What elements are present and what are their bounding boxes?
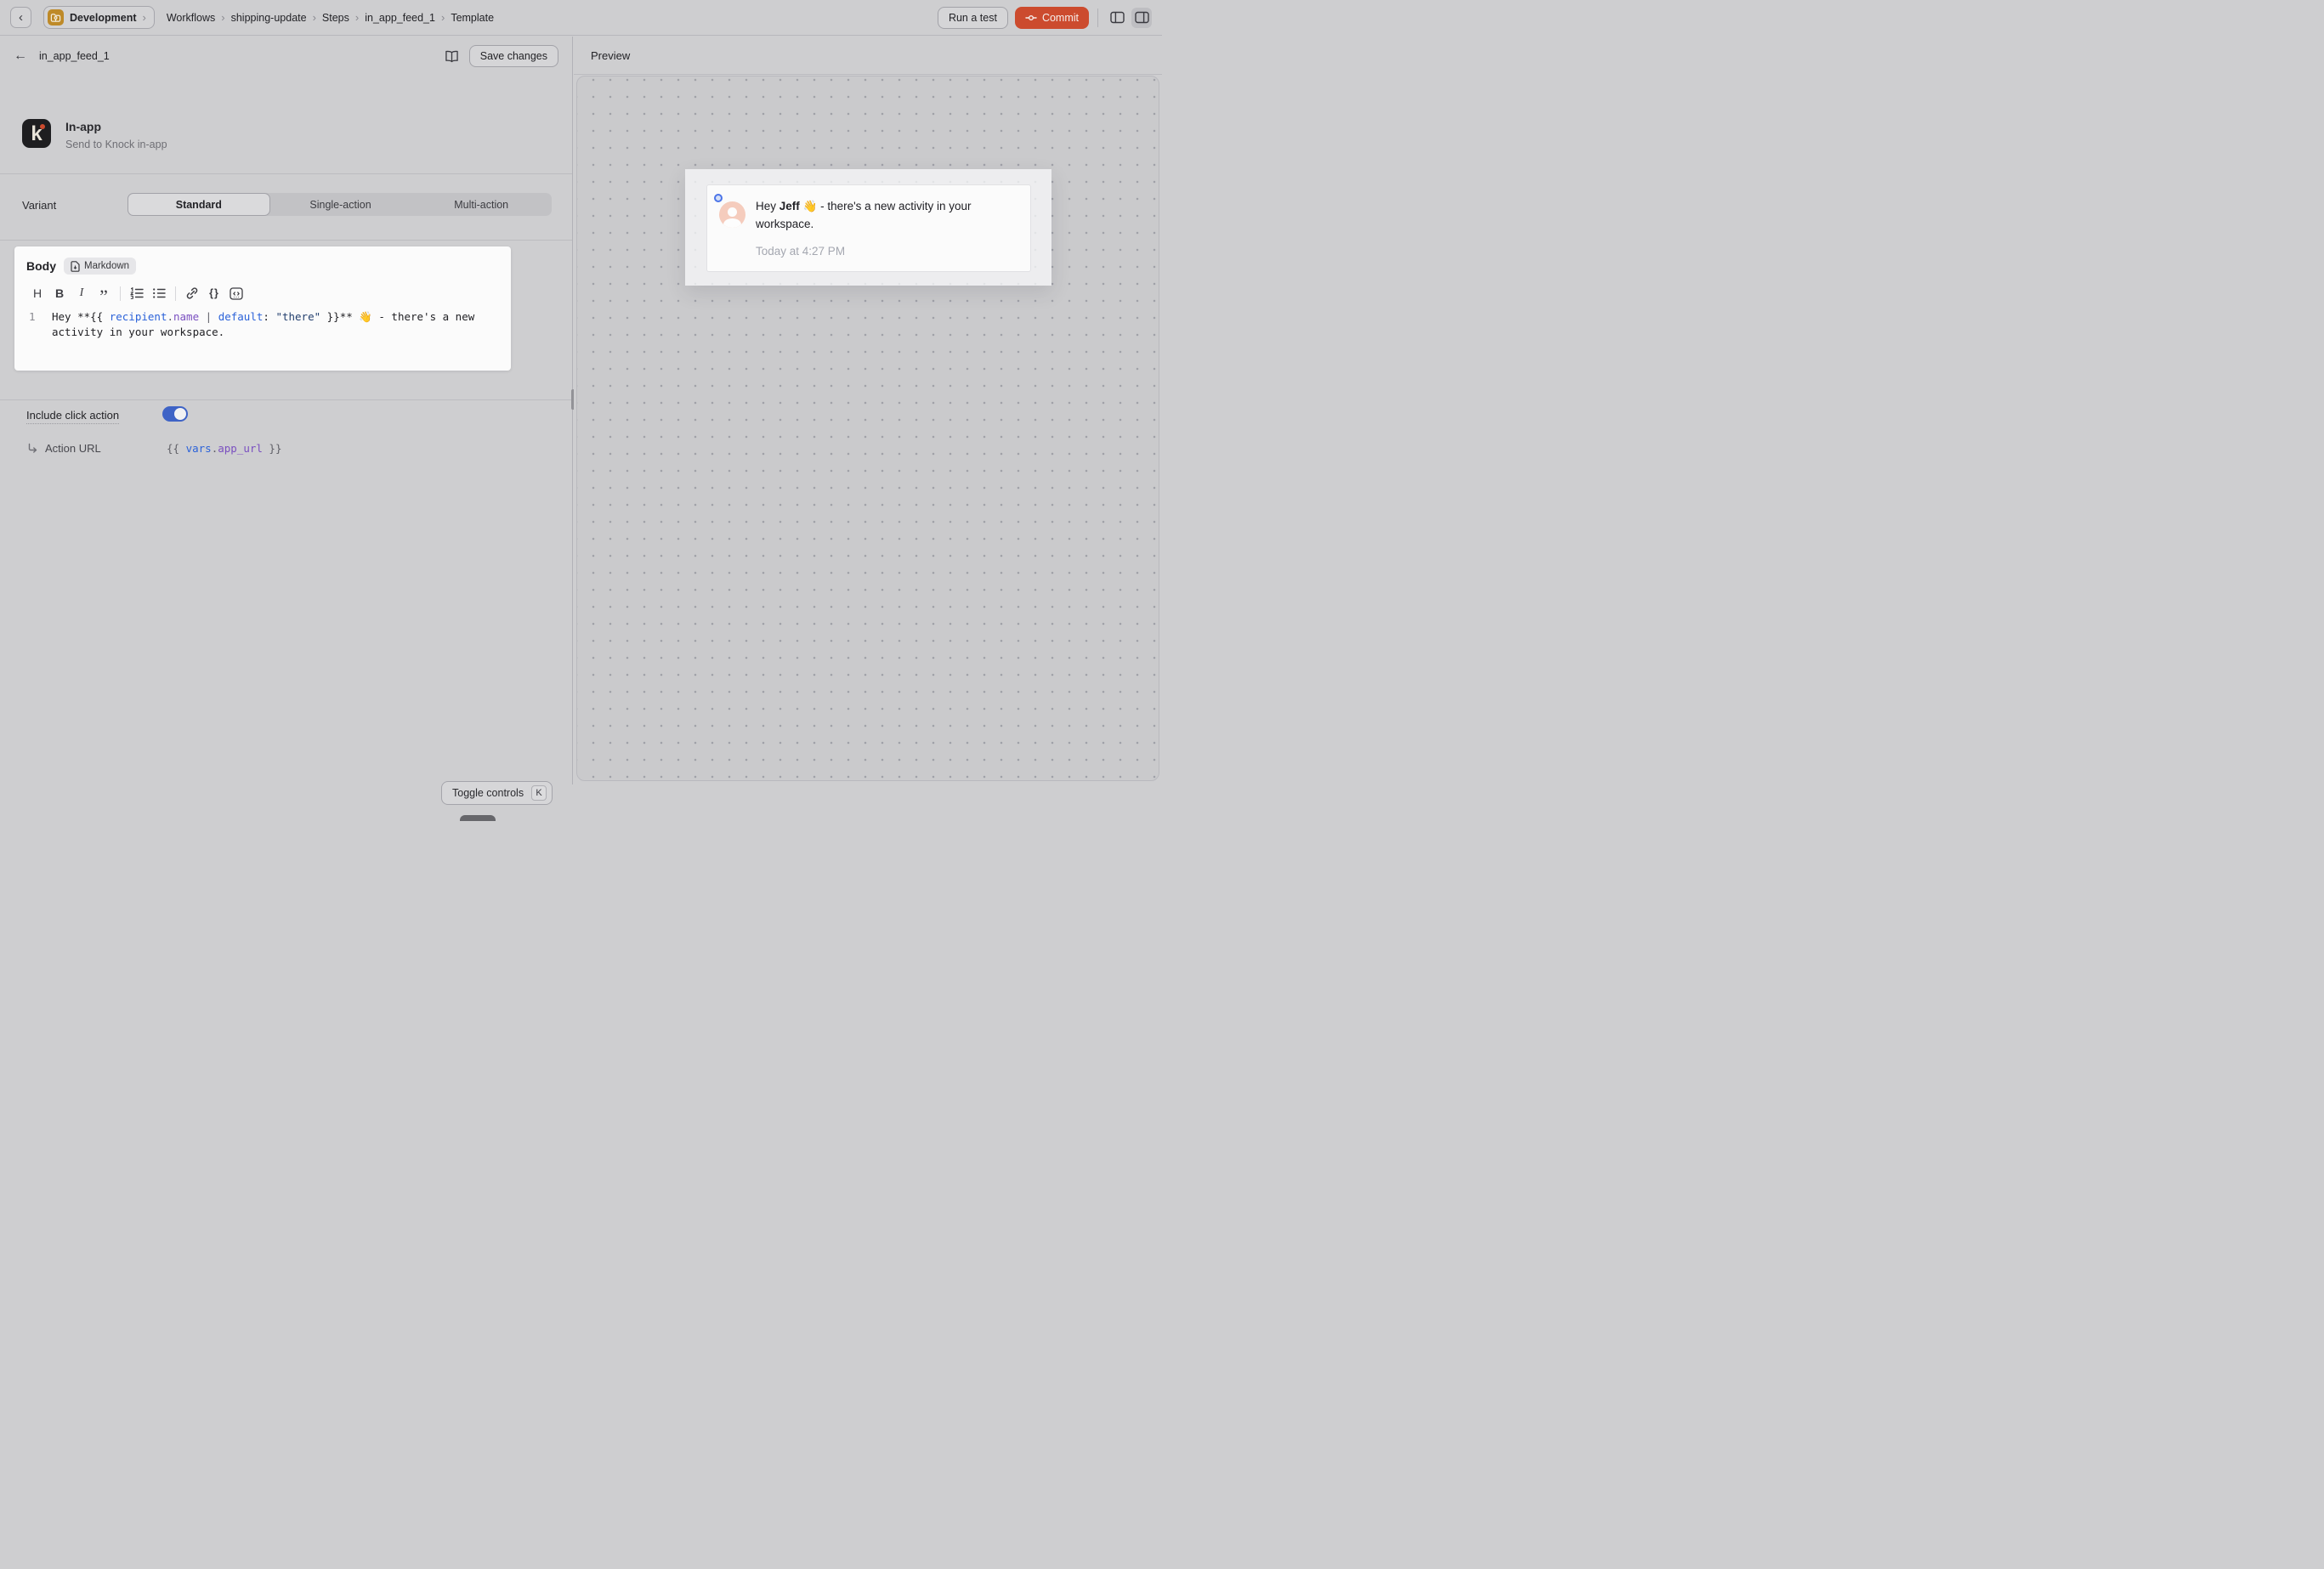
environment-switcher[interactable]: Development › xyxy=(43,6,155,29)
breadcrumb-separator: › xyxy=(435,11,451,24)
italic-icon[interactable]: I xyxy=(71,285,93,302)
docs-book-icon[interactable] xyxy=(445,50,459,63)
toggle-knob xyxy=(174,408,186,420)
markdown-file-icon xyxy=(71,261,80,272)
keyboard-shortcut-k: K xyxy=(531,785,547,801)
action-url-label: Action URL xyxy=(45,442,101,455)
body-editor-card: Body Markdown H B I ” xyxy=(14,246,511,371)
action-url-value[interactable]: {{ vars.app_url }} xyxy=(167,442,281,455)
commit-icon xyxy=(1025,13,1037,23)
section-divider xyxy=(0,173,572,174)
line-number: 1 xyxy=(26,309,52,340)
formatting-toolbar: H B I ” xyxy=(26,285,499,302)
link-icon[interactable] xyxy=(181,285,203,302)
include-click-action-label: Include click action xyxy=(26,409,119,424)
blockquote-icon[interactable]: ” xyxy=(93,285,115,302)
breadcrumb-step-name[interactable]: in_app_feed_1 xyxy=(365,12,435,24)
nested-arrow-icon xyxy=(27,443,38,454)
commit-button[interactable]: Commit xyxy=(1015,7,1089,29)
variant-segmented-control: Standard Single-action Multi-action xyxy=(128,193,552,216)
panel-left-icon xyxy=(1110,11,1125,24)
panel-right-icon xyxy=(1135,11,1149,24)
preview-canvas: Hey Jeff 👋 - there's a new activity in y… xyxy=(576,76,1159,781)
back-chevron-icon: ‹ xyxy=(19,10,23,25)
save-changes-button[interactable]: Save changes xyxy=(469,45,558,67)
template-editor-panel: ← in_app_feed_1 Save changes k In-app Se… xyxy=(0,37,573,784)
body-code-line[interactable]: Hey **{{ recipient.name | default: "ther… xyxy=(52,309,498,340)
editor-header: ← in_app_feed_1 Save changes xyxy=(0,37,572,76)
back-arrow-icon[interactable]: ← xyxy=(14,48,27,64)
notification-timestamp: Today at 4:27 PM xyxy=(756,245,845,258)
bold-icon[interactable]: B xyxy=(48,285,71,302)
unread-indicator-icon xyxy=(714,194,723,202)
heading-icon[interactable]: H xyxy=(26,285,48,302)
channel-subtitle: Send to Knock in-app xyxy=(65,139,167,150)
chevron-right-icon: › xyxy=(143,11,146,24)
breadcrumb-workflow-name[interactable]: shipping-update xyxy=(231,12,307,24)
variant-option-single-action[interactable]: Single-action xyxy=(270,193,411,216)
toggle-left-panel-button[interactable] xyxy=(1107,8,1127,28)
notification-message: Hey Jeff 👋 - there's a new activity in y… xyxy=(756,197,1016,233)
liquid-braces-icon[interactable]: {} xyxy=(203,285,225,302)
avatar xyxy=(719,201,745,228)
include-click-action-toggle[interactable] xyxy=(162,406,188,422)
body-label: Body xyxy=(26,259,56,273)
person-icon xyxy=(728,207,737,217)
breadcrumb-separator: › xyxy=(349,11,365,24)
section-divider xyxy=(0,240,572,241)
preview-header: Preview xyxy=(574,37,1162,75)
body-code-editor[interactable]: 1 Hey **{{ recipient.name | default: "th… xyxy=(26,309,499,340)
channel-title: In-app xyxy=(65,120,167,133)
toolbar-divider xyxy=(120,286,121,301)
markdown-format-badge[interactable]: Markdown xyxy=(64,258,136,275)
breadcrumb-separator: › xyxy=(307,11,322,24)
toggle-right-panel-button[interactable] xyxy=(1131,8,1152,28)
preview-title: Preview xyxy=(591,49,630,62)
knock-template-editor: ‹ Development › Workflows › shipping-upd… xyxy=(0,0,1162,784)
section-divider xyxy=(0,399,572,400)
knock-in-app-logo-icon: k xyxy=(22,119,51,148)
recipient-name: Jeff xyxy=(779,200,800,212)
run-a-test-button[interactable]: Run a test xyxy=(938,7,1008,29)
breadcrumb-template[interactable]: Template xyxy=(451,12,494,24)
environment-name: Development xyxy=(70,12,137,24)
notification-preview-card[interactable]: Hey Jeff 👋 - there's a new activity in y… xyxy=(706,184,1031,272)
toggle-controls-button[interactable]: Toggle controls K xyxy=(441,781,553,805)
breadcrumb-separator: › xyxy=(215,11,230,24)
top-bar: ‹ Development › Workflows › shipping-upd… xyxy=(0,0,1162,36)
topbar-divider xyxy=(1097,8,1098,27)
preview-panel: Preview Hey Jeff 👋 - there's a new activ… xyxy=(574,37,1162,784)
action-url-row: Action URL xyxy=(27,442,101,455)
variant-label: Variant xyxy=(22,199,56,212)
ordered-list-icon[interactable] xyxy=(126,285,148,302)
history-back-button[interactable]: ‹ xyxy=(10,7,31,28)
channel-info: k In-app Send to Knock in-app xyxy=(22,119,167,150)
breadcrumb-steps[interactable]: Steps xyxy=(322,12,349,24)
step-name: in_app_feed_1 xyxy=(39,50,110,62)
breadcrumb-workflows[interactable]: Workflows xyxy=(167,12,215,24)
feed-preview-wrapper: Hey Jeff 👋 - there's a new activity in y… xyxy=(685,169,1051,286)
topbar-actions: Run a test Commit xyxy=(938,7,1152,29)
variant-option-multi-action[interactable]: Multi-action xyxy=(411,193,552,216)
environment-folder-icon xyxy=(48,9,64,25)
toolbar-divider xyxy=(175,286,176,301)
bullet-list-icon[interactable] xyxy=(148,285,170,302)
variant-option-standard[interactable]: Standard xyxy=(128,193,270,216)
code-block-icon[interactable] xyxy=(225,285,247,302)
hidden-panel-handle xyxy=(460,815,496,821)
